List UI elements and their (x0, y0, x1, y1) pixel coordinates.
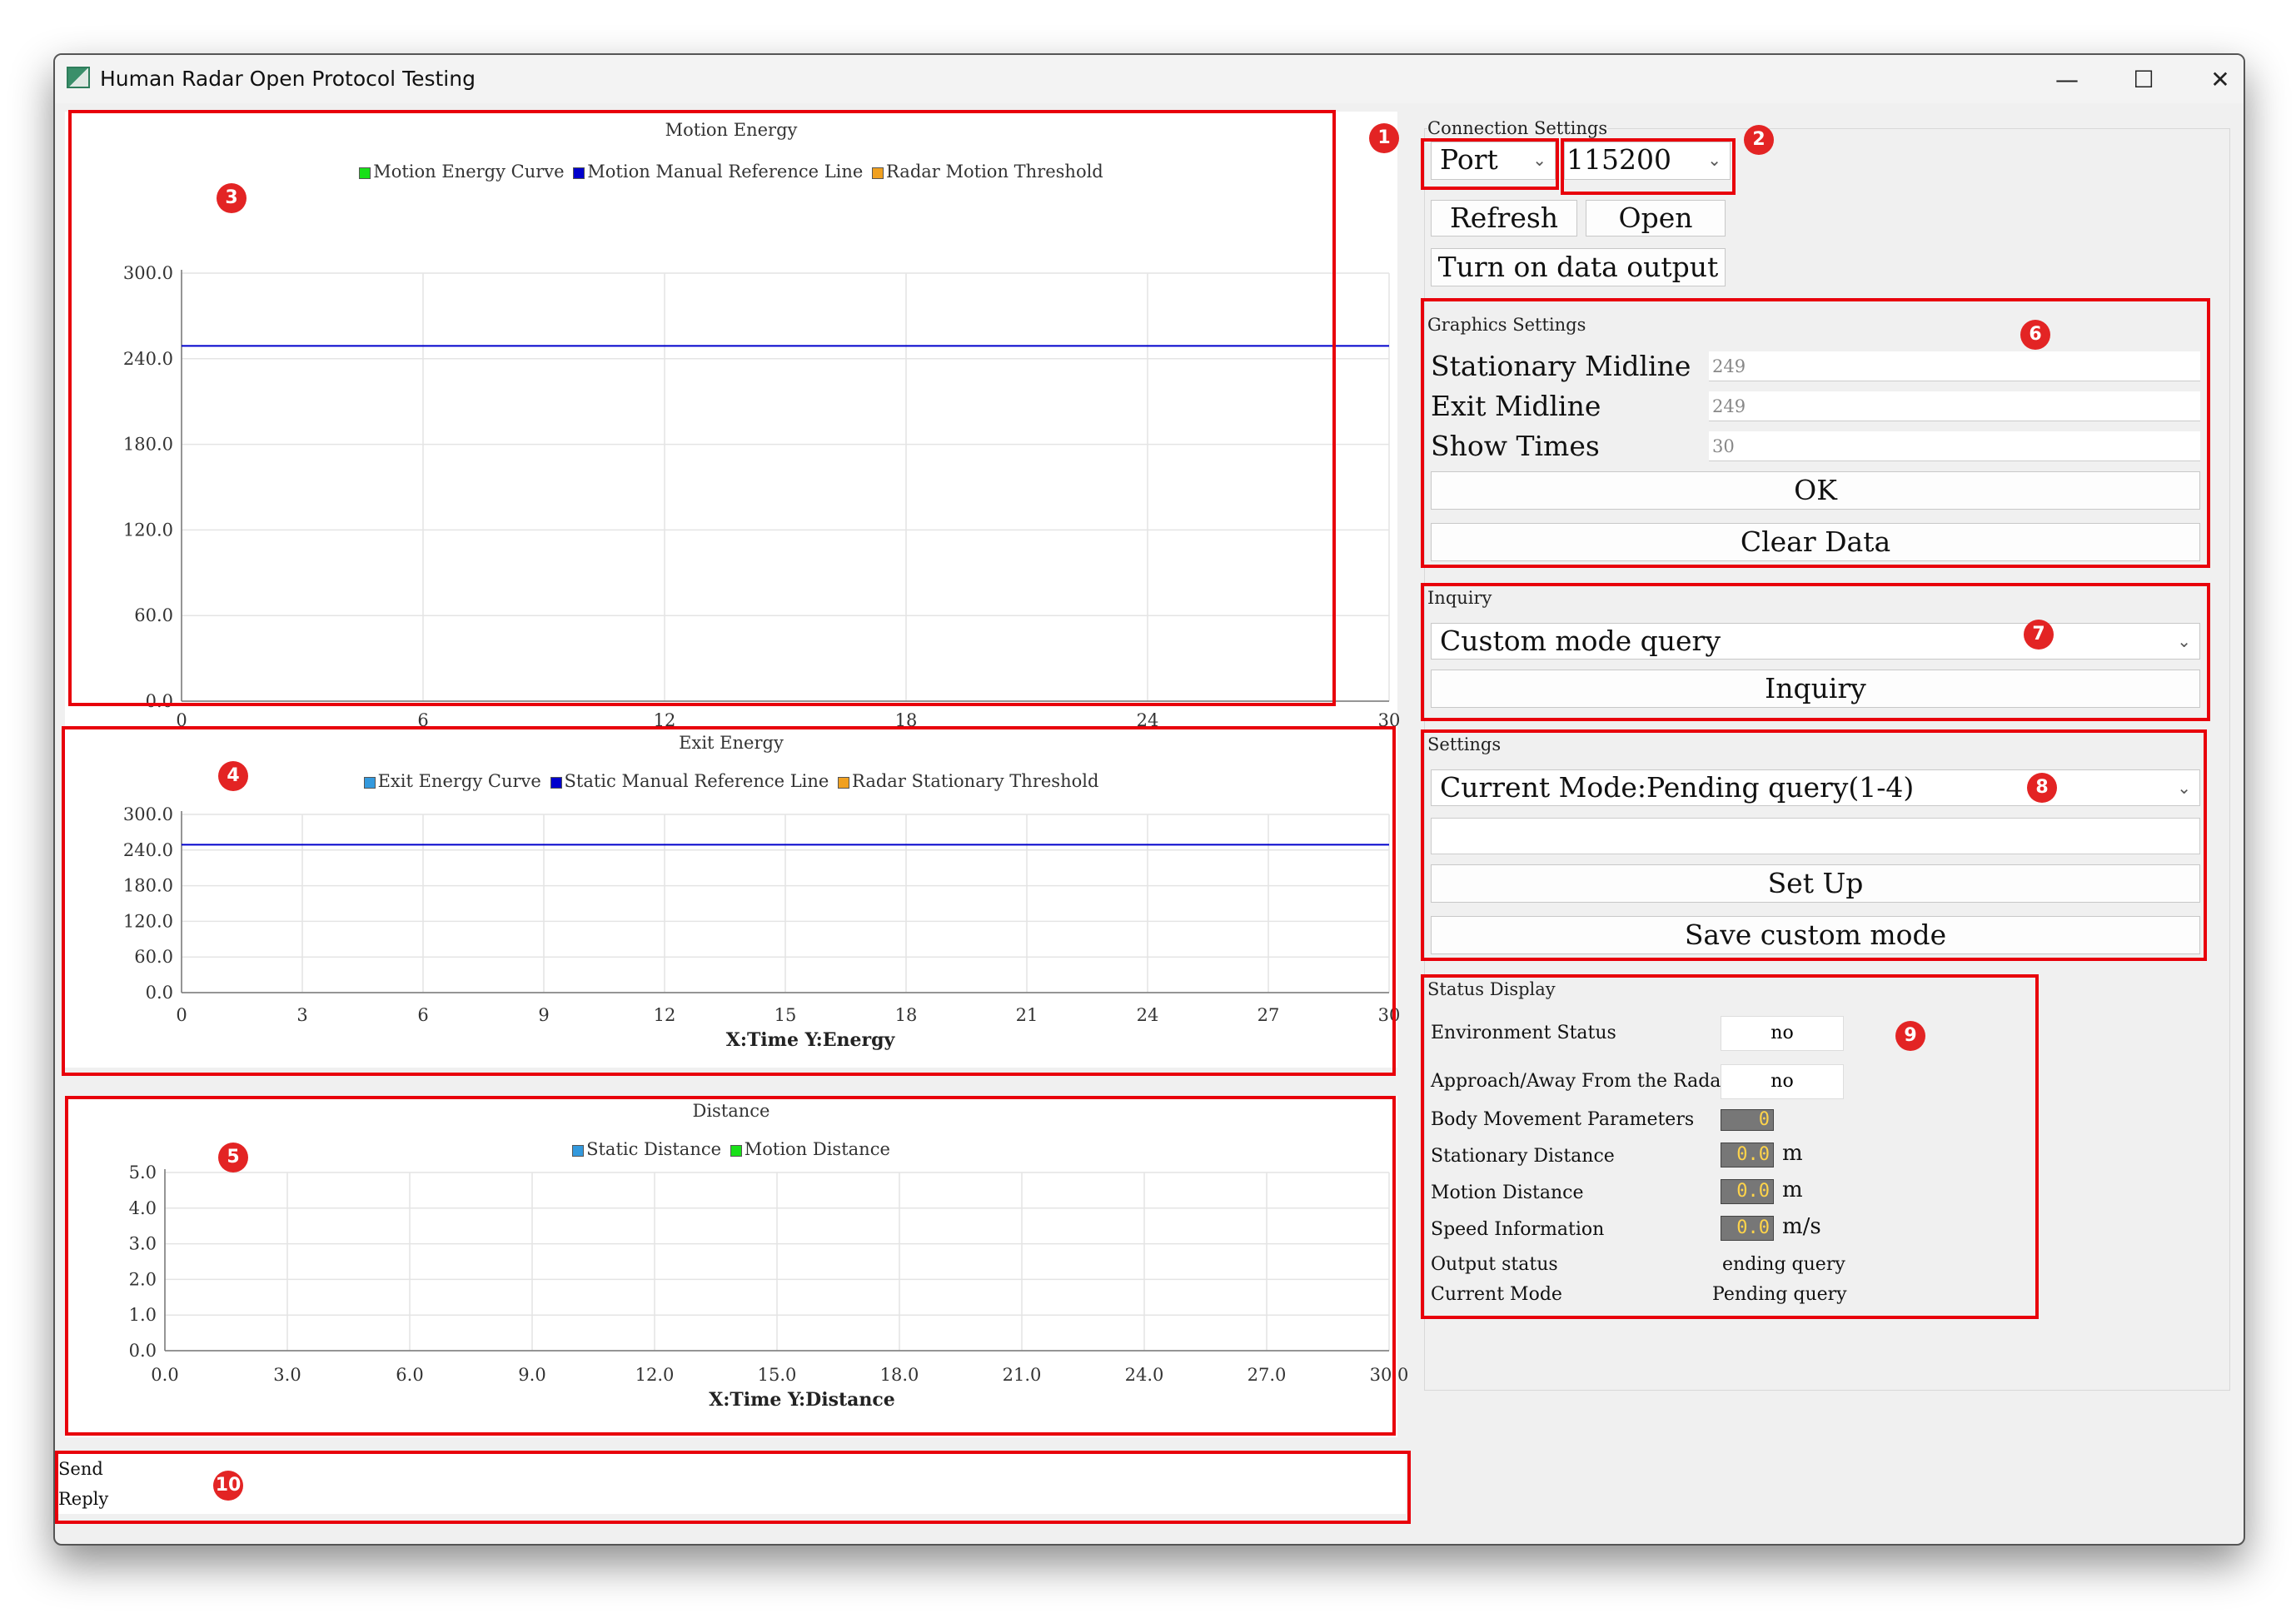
badge-1: 1 (1369, 123, 1399, 153)
annotation-box-7 (1421, 583, 2210, 721)
annotation-box-6 (1421, 298, 2210, 568)
connection-settings-label: Connection Settings (1427, 118, 1608, 138)
badge-2: 2 (1744, 125, 1774, 155)
title-bar[interactable]: Human Radar Open Protocol Testing — ☐ ✕ (55, 55, 2244, 103)
badge-8: 8 (2027, 773, 2057, 803)
badge-7: 7 (2024, 620, 2054, 650)
annotation-box-8 (1421, 729, 2207, 961)
badge-5: 5 (218, 1143, 248, 1172)
window-title: Human Radar Open Protocol Testing (100, 67, 476, 91)
maximize-button[interactable]: ☐ (2105, 55, 2182, 103)
annotation-box-4 (62, 726, 1396, 1076)
badge-6: 6 (2020, 320, 2050, 350)
minimize-button[interactable]: — (2029, 55, 2105, 103)
annotation-box-3 (68, 110, 1336, 706)
data-output-button[interactable]: Turn on data output (1431, 248, 1726, 286)
app-window: Human Radar Open Protocol Testing — ☐ ✕ … (53, 53, 2245, 1546)
app-icon (67, 67, 90, 88)
refresh-button[interactable]: Refresh (1431, 200, 1577, 236)
annotation-box-1 (1421, 138, 1559, 190)
badge-3: 3 (217, 183, 247, 213)
annotation-box-2 (1561, 138, 1736, 195)
close-button[interactable]: ✕ (2182, 55, 2244, 103)
badge-10: 10 (213, 1471, 243, 1501)
badge-9: 9 (1895, 1021, 1925, 1051)
annotation-box-9 (1421, 974, 2039, 1319)
open-button[interactable]: Open (1586, 200, 1726, 236)
annotation-box-10 (55, 1451, 1411, 1524)
badge-4: 4 (218, 761, 248, 791)
annotation-box-5 (65, 1096, 1396, 1436)
